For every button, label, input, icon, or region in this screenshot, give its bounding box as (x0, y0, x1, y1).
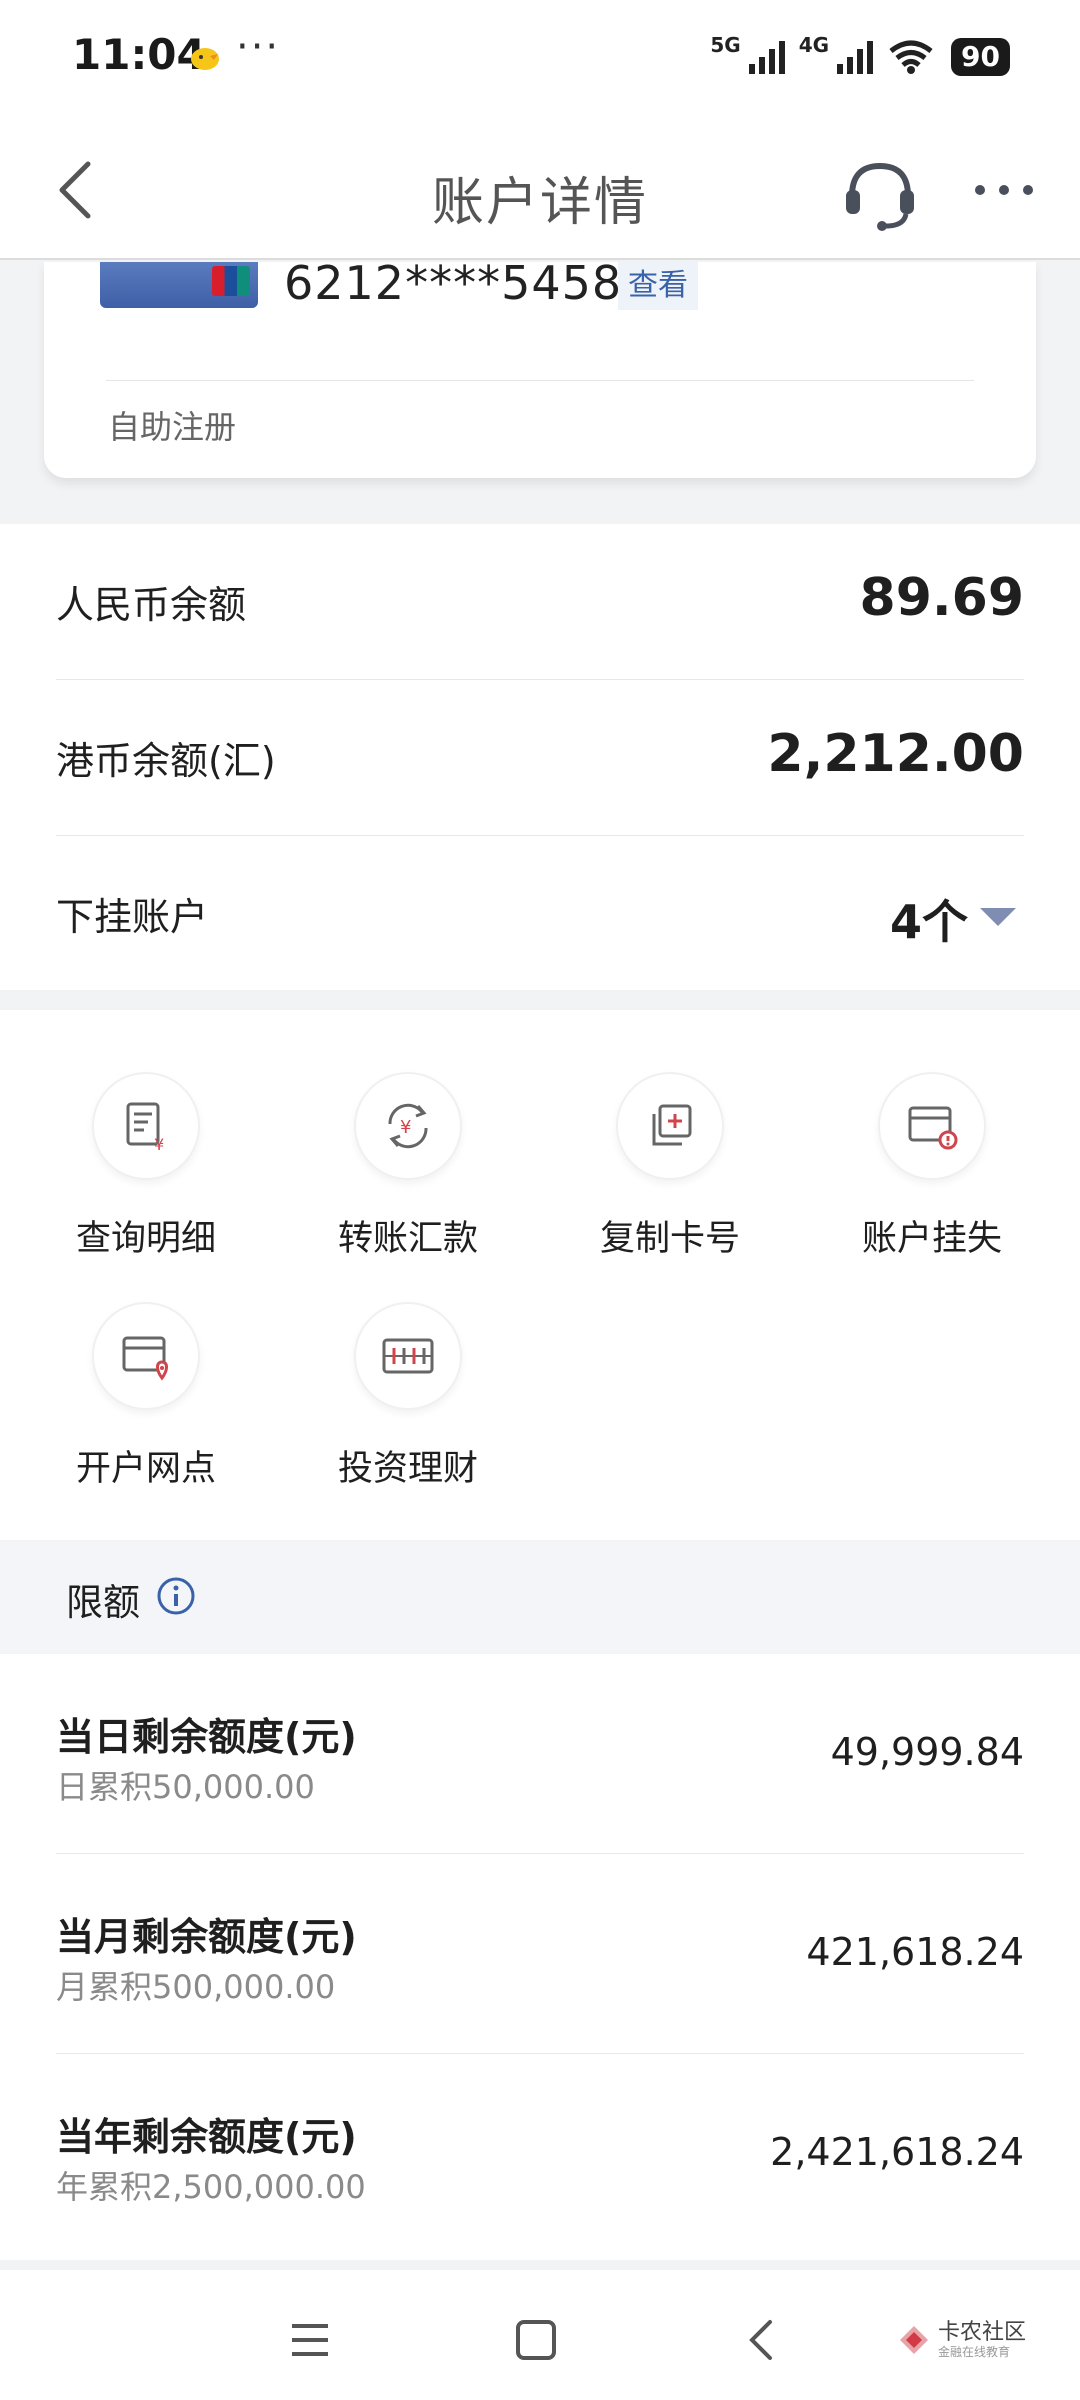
card-area: 6212****5458 查看 自助注册 (0, 256, 1080, 522)
action-icon-circle (354, 1302, 462, 1410)
balance-value: 2,212.00 (767, 724, 1024, 784)
balance-label: 人民币余额 (56, 583, 247, 627)
transfer-icon: ¥ (388, 1103, 428, 1149)
signal-5g-icon (748, 41, 785, 74)
network-5g-label: 5G (710, 33, 741, 57)
wifi-icon (889, 40, 933, 74)
more-menu-icon[interactable] (972, 178, 1036, 202)
limit-row-daily: 当日剩余额度(元) 日累积50,000.00 49,999.84 (56, 1654, 1024, 1854)
dropdown-arrow-icon[interactable] (980, 908, 1016, 926)
sub-accounts-label: 下挂账户 (56, 895, 209, 939)
balance-section: 人民币余额 89.69 港币余额(汇) 2,212.00 下挂账户 4个 (0, 524, 1080, 990)
action-icon-circle (92, 1302, 200, 1410)
balance-row-rmb: 人民币余额 89.69 (56, 524, 1024, 680)
balance-label: 港币余额(汇) (56, 739, 276, 783)
watermark-text: 卡农社区 (938, 2320, 1027, 2345)
limit-subtitle: 日累积50,000.00 (56, 1768, 315, 1806)
self-register-link[interactable]: 自助注册 (108, 402, 236, 448)
quick-actions-grid: ¥ 查询明细 ¥ 转账汇款 复制卡号 账户挂失 开户网点 投资理财 (0, 1010, 1080, 1540)
status-bar: 11:04 ··· 5G 4G 90 (0, 0, 1080, 120)
card-thumbnail (100, 262, 258, 308)
limits-list: 当日剩余额度(元) 日累积50,000.00 49,999.84 当月剩余额度(… (0, 1654, 1080, 2260)
nav-bar: 账户详情 (0, 120, 1080, 260)
action-icon-circle (878, 1072, 986, 1180)
watermark-logo-icon (900, 2326, 928, 2354)
info-icon[interactable] (156, 1576, 196, 1616)
balance-value: 89.69 (859, 568, 1024, 628)
limit-title: 当日剩余额度(元) (56, 1715, 357, 1759)
action-transfer[interactable]: ¥ 转账汇款 (288, 1072, 528, 1261)
action-label: 账户挂失 (861, 1219, 1002, 1259)
battery-level: 90 (951, 38, 1010, 76)
bank-card-panel: 6212****5458 查看 自助注册 (44, 256, 1036, 478)
action-investment[interactable]: 投资理财 (288, 1302, 528, 1491)
svg-text:¥: ¥ (154, 1135, 164, 1154)
status-more-dots: ··· (236, 24, 281, 70)
action-icon-circle: ¥ (92, 1072, 200, 1180)
action-icon-circle (616, 1072, 724, 1180)
home-icon[interactable] (510, 2314, 562, 2366)
action-label: 复制卡号 (599, 1219, 740, 1259)
view-card-number-button[interactable]: 查看 (618, 262, 698, 310)
limit-subtitle: 年累积2,500,000.00 (56, 2168, 366, 2206)
watermark: 卡农社区 金融在线教育 (896, 2310, 1026, 2370)
action-label: 转账汇款 (337, 1219, 478, 1259)
limit-value: 421,618.24 (806, 1930, 1024, 1974)
limit-title: 当年剩余额度(元) (56, 2115, 357, 2159)
action-branch[interactable]: 开户网点 (26, 1302, 266, 1491)
action-label: 投资理财 (337, 1449, 478, 1489)
watermark-subtext: 金融在线教育 (938, 2345, 1011, 2359)
action-copy-card[interactable]: 复制卡号 (550, 1072, 790, 1261)
limit-title: 当月剩余额度(元) (56, 1915, 357, 1959)
limit-subtitle: 月累积500,000.00 (56, 1968, 336, 2006)
system-back-icon[interactable] (736, 2314, 788, 2366)
sub-accounts-count: 4个 (889, 895, 968, 949)
limits-header: 限额 (0, 1542, 1080, 1654)
network-4g-label: 4G (798, 33, 830, 57)
limits-title: 限额 (66, 1581, 140, 1624)
customer-service-icon[interactable] (840, 154, 920, 234)
app-notification-icon (191, 48, 219, 70)
action-label: 开户网点 (75, 1449, 216, 1489)
limit-row-yearly: 当年剩余额度(元) 年累积2,500,000.00 2,421,618.24 (56, 2054, 1024, 2254)
limit-value: 49,999.84 (830, 1730, 1024, 1774)
limit-value: 2,421,618.24 (770, 2130, 1024, 2174)
branch-location-icon (122, 1336, 168, 1381)
signal-4g-icon (837, 41, 874, 74)
action-report-loss[interactable]: 账户挂失 (812, 1072, 1052, 1261)
investment-icon (382, 1338, 434, 1374)
copy-card-icon (652, 1104, 692, 1146)
limit-row-monthly: 当月剩余额度(元) 月累积500,000.00 421,618.24 (56, 1854, 1024, 2054)
system-nav-bar: 卡农社区 金融在线教育 (0, 2262, 1080, 2400)
sub-accounts-row[interactable]: 下挂账户 4个 (56, 836, 1024, 992)
statement-icon: ¥ (126, 1102, 164, 1154)
status-time: 11:04 (72, 30, 206, 79)
unionpay-logo-icon (212, 266, 250, 296)
report-loss-icon (908, 1106, 958, 1150)
balance-row-hkd: 港币余额(汇) 2,212.00 (56, 680, 1024, 836)
card-number: 6212****5458 (284, 256, 623, 310)
divider (106, 380, 974, 381)
action-label: 查询明细 (75, 1219, 216, 1259)
action-icon-circle: ¥ (354, 1072, 462, 1180)
action-statement[interactable]: ¥ 查询明细 (26, 1072, 266, 1261)
svg-text:¥: ¥ (400, 1117, 411, 1138)
menu-icon[interactable] (284, 2314, 336, 2366)
